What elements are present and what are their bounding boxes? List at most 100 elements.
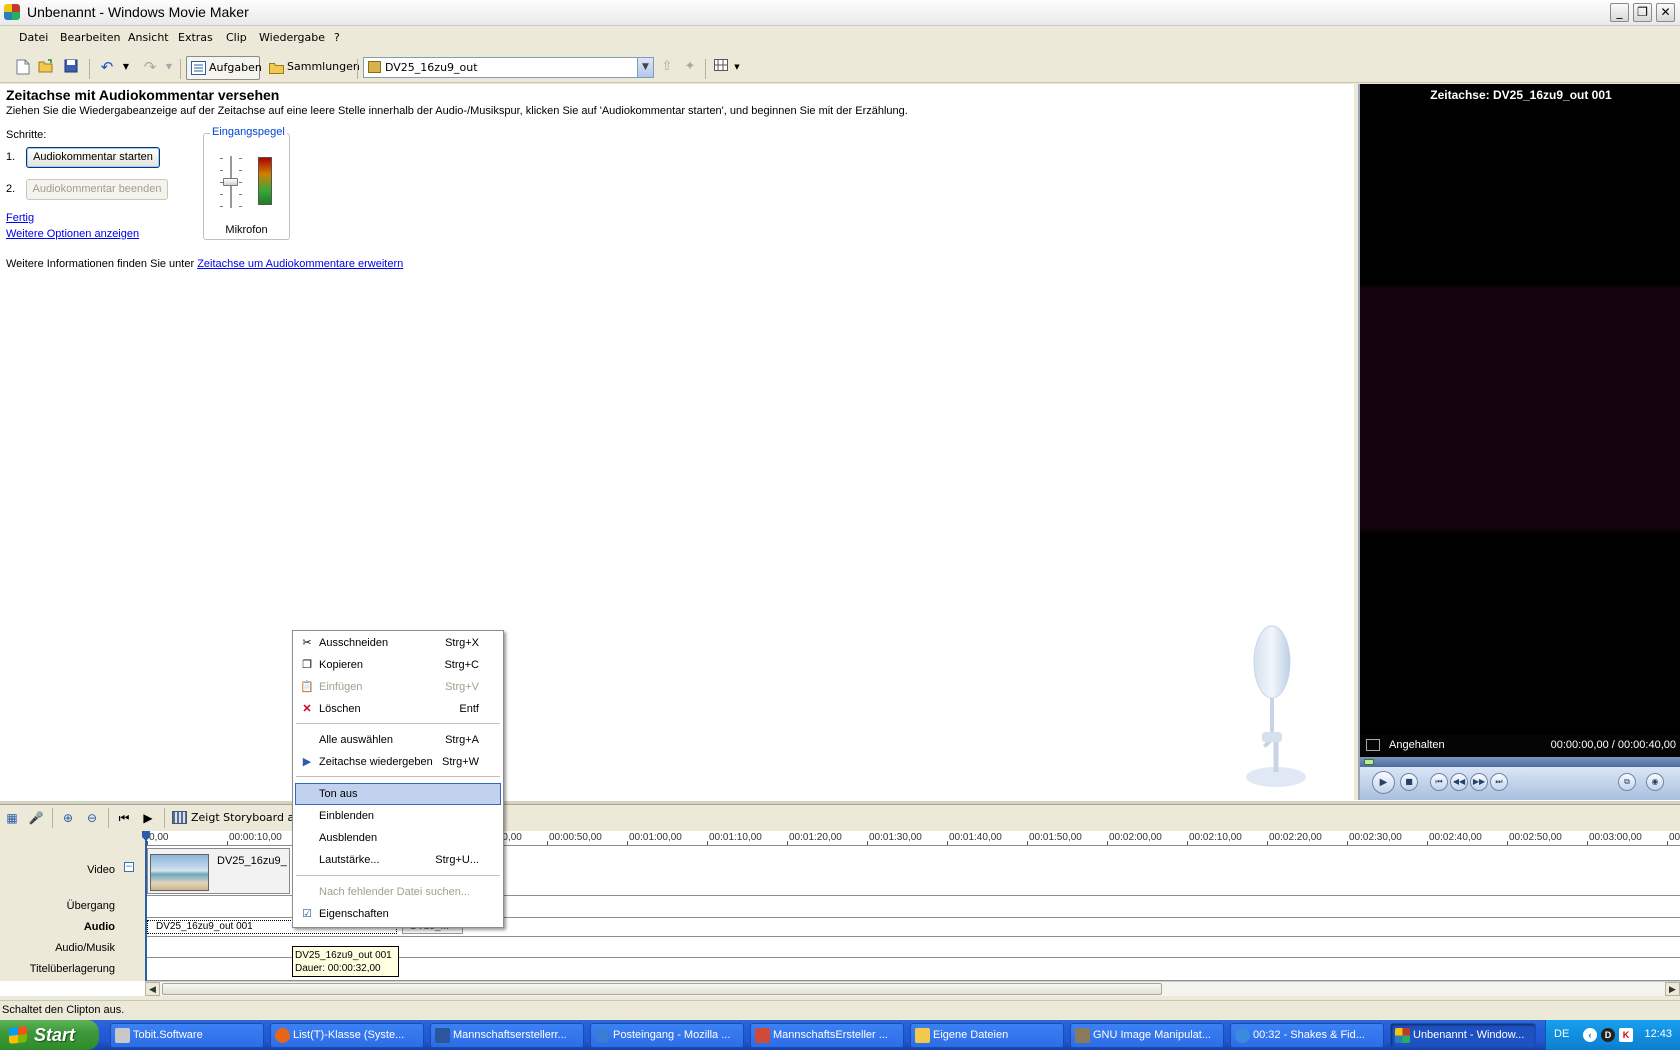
monitor-icon [1366,739,1380,751]
playhead[interactable] [145,831,147,981]
movie-maker-app-icon[interactable] [4,4,20,20]
show-storyboard-button[interactable]: Zeigt Storyboard an. [172,810,305,828]
start-label: Start [34,1025,76,1045]
collections-button[interactable]: Sammlungen [265,56,360,80]
menu-datei[interactable]: Datei [19,31,48,44]
start-button[interactable]: Start [0,1020,99,1050]
ruler-tick-mark [1267,841,1268,845]
menu-item-fade-out[interactable]: Ausblenden [295,827,501,849]
menu-item-play-timeline[interactable]: ▶ Zeitachse wiedergeben Strg+W [295,751,501,773]
preview-monitor: Zeitachse: DV25_16zu9_out 001 Angehalten… [1358,84,1680,800]
menu-help[interactable]: ? [334,31,340,44]
menu-item-fade-in[interactable]: Einblenden [295,805,501,827]
start-narration-button[interactable]: Audiokommentar starten [26,147,160,168]
taskbar-item-label: MannschaftsErsteller ... [773,1029,888,1041]
playback-controls: ▶ ■ ⏮ ◀◀ ▶▶ ⏭ ⧉ ◉ [1360,767,1680,800]
menu-item-label: Ton aus [319,788,358,800]
menu-item-properties[interactable]: ☑ Eigenschaften [295,903,501,925]
chevron-down-icon[interactable]: ▼ [637,58,653,77]
play-timeline-icon[interactable]: ▶ [140,810,156,826]
language-indicator[interactable]: DE [1554,1028,1569,1040]
tray-d-icon[interactable]: D [1601,1028,1615,1042]
redo-dropdown-icon: ▼ [165,62,173,71]
tray-antivirus-icon[interactable]: K [1619,1028,1633,1042]
ruler-tick-mark [147,841,148,845]
undo-dropdown-icon[interactable]: ▼ [118,59,134,75]
ruler-tick-mark [1667,841,1668,845]
view-options-icon[interactable] [713,59,729,75]
timeline-settings-icon[interactable]: ▦ [4,810,20,826]
tasks-button[interactable]: Aufgaben [186,56,262,80]
taskbar-item-movie-maker[interactable]: Unbenannt - Window... [1390,1023,1536,1048]
tooltip-duration: Dauer: 00:00:32,00 [295,963,381,974]
menu-item-delete[interactable]: ✕ Löschen Entf [295,698,501,720]
menu-ansicht[interactable]: Ansicht [128,31,169,44]
scroll-right-icon[interactable]: ▶ [1665,982,1680,996]
narration-help-link[interactable]: Zeitachse um Audiokommentare erweitern [197,258,403,270]
forward-button[interactable]: ▶▶ [1470,773,1488,791]
undo-icon[interactable]: ↶ [99,59,115,75]
properties-icon: ☑ [302,908,312,920]
take-picture-button[interactable]: ◉ [1646,773,1664,791]
more-options-link[interactable]: Weitere Optionen anzeigen [6,228,139,240]
menu-item-volume[interactable]: Lautstärke... Strg+U... [295,849,501,871]
seek-thumb[interactable] [1364,759,1374,765]
taskbar-item-tobit[interactable]: Tobit.Software [110,1023,264,1048]
menu-wiedergabe[interactable]: Wiedergabe [259,31,325,44]
movie-maker-icon [1395,1028,1410,1043]
menu-item-select-all[interactable]: Alle auswählen Strg+A [295,729,501,751]
collapse-video-track-icon[interactable]: − [124,862,134,872]
stop-narration-button: Audiokommentar beenden [26,179,168,200]
ruler-tick-label: 00:02:00,00 [1109,832,1162,843]
menu-bearbeiten[interactable]: Bearbeiten [60,31,120,44]
scroll-left-icon[interactable]: ◀ [145,982,160,996]
taskbar-item-project[interactable]: MannschaftsErsteller ... [750,1023,904,1048]
tray-back-icon[interactable]: ‹ [1583,1028,1597,1042]
done-link[interactable]: Fertig [6,212,34,224]
zoom-out-icon[interactable]: ⊖ [84,810,100,826]
taskbar-item-my-documents[interactable]: Eigene Dateien [910,1023,1064,1048]
rewind-button[interactable]: ◀◀ [1450,773,1468,791]
scrollbar-thumb[interactable] [162,983,1162,995]
narrate-timeline-icon[interactable]: 🎤 [28,810,44,826]
menu-item-copy[interactable]: ❐ Kopieren Strg+C [295,654,501,676]
zoom-in-icon[interactable]: ⊕ [60,810,76,826]
seek-bar[interactable] [1360,757,1680,767]
menu-clip[interactable]: Clip [226,31,247,44]
input-level-slider-thumb[interactable] [223,178,238,186]
ruler-tick-label: 00:02:10,00 [1189,832,1242,843]
rewind-timeline-icon[interactable]: ⏮ [116,810,132,826]
restore-button[interactable]: ❐ [1633,3,1652,22]
previous-frame-button[interactable]: ⏮ [1430,773,1448,791]
firefox-icon [275,1028,290,1043]
menu-item-label: Kopieren [319,659,364,671]
close-button[interactable]: ✕ [1656,3,1675,22]
ruler-tick-label: 00:03:00,00 [1589,832,1642,843]
ruler-tick-label: 00:02:30,00 [1349,832,1402,843]
menu-item-mute[interactable]: Ton aus [295,783,501,805]
play-button[interactable]: ▶ [1372,771,1395,794]
menu-extras[interactable]: Extras [178,31,213,44]
ruler-tick-label: 00:01:00,00 [629,832,682,843]
taskbar-item-word[interactable]: Mannschaftserstellerr... [430,1023,584,1048]
taskbar-item-gimp[interactable]: GNU Image Manipulat... [1070,1023,1224,1048]
video-clip[interactable]: DV25_16zu9_out 001 [147,848,290,894]
open-project-icon[interactable] [38,59,54,75]
view-options-dropdown-icon[interactable]: ▼ [729,59,745,75]
save-project-icon[interactable] [63,59,79,75]
task-title: Zeitachse mit Audiokommentar versehen [6,87,280,103]
minimize-button[interactable]: _ [1610,3,1629,22]
input-level-meter [258,157,272,205]
taskbar-item-ie[interactable]: 00:32 - Shakes & Fid... [1230,1023,1384,1048]
taskbar-item-thunderbird[interactable]: Posteingang - Mozilla ... [590,1023,744,1048]
next-frame-button[interactable]: ⏭ [1490,773,1508,791]
new-project-icon[interactable] [15,59,31,75]
taskbar-item-firefox-list[interactable]: List(T)-Klasse (Syste... [270,1023,424,1048]
audio-music-track-label: Audio/Musik [55,942,115,954]
taskbar-item-label: List(T)-Klasse (Syste... [293,1029,405,1041]
stop-button[interactable]: ■ [1400,773,1418,791]
menu-item-cut[interactable]: ✂ Ausschneiden Strg+X [295,632,501,654]
split-clip-button[interactable]: ⧉ [1618,773,1636,791]
timeline-scrollbar[interactable]: ◀ ▶ [145,981,1680,996]
collection-dropdown[interactable]: DV25_16zu9_out ▼ [363,57,654,78]
